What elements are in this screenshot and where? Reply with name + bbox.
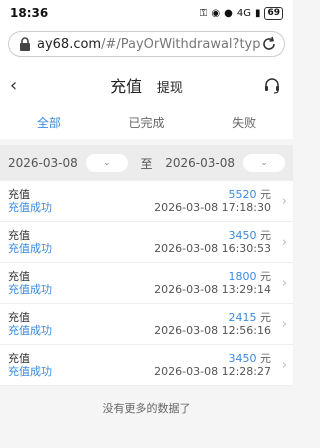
lock-icon <box>20 37 30 51</box>
tab-completed[interactable]: 已完成 <box>98 114 196 131</box>
list-item[interactable]: 充值 充值成功 1800 元 2026-03-08 13:29:14 › <box>0 263 293 304</box>
tab-withdraw[interactable]: 提现 <box>157 81 183 96</box>
record-type: 充值 <box>8 229 30 242</box>
status-bar: 18:36 ⚿ ◉ ● 4G ▮ 69 <box>0 0 293 26</box>
back-icon[interactable]: ‹ <box>10 75 34 96</box>
chevron-right-icon: › <box>281 276 287 291</box>
record-unit: 元 <box>260 311 271 324</box>
record-type: 充值 <box>8 188 30 201</box>
list-item[interactable]: 充值 充值成功 5520 元 2026-03-08 17:18:30 › <box>0 181 293 222</box>
url-bar[interactable]: ay68.com/#/PayOrWithdrawal?type <box>8 31 285 57</box>
record-amount: 5520 <box>228 188 257 201</box>
browser-url-area: ay68.com/#/PayOrWithdrawal?type <box>0 26 293 65</box>
start-date: 2026-03-08 <box>8 156 78 170</box>
battery-icon: 69 <box>264 6 283 20</box>
clock: 18:36 <box>10 6 49 20</box>
end-date-picker[interactable]: 2026-03-08 ⌄ <box>165 154 285 172</box>
key-icon: ⚿ <box>199 7 208 19</box>
record-datetime: 2026-03-08 17:18:30 <box>154 201 271 214</box>
status-tabs: 全部 已完成 失败 <box>0 105 293 139</box>
list-item[interactable]: 充值 充值成功 3450 元 2026-03-08 12:28:27 › <box>0 345 293 386</box>
location-icon: ● <box>224 7 233 19</box>
signal-label: 4G <box>236 7 251 19</box>
record-type: 充值 <box>8 352 30 365</box>
record-datetime: 2026-03-08 13:29:14 <box>154 283 271 296</box>
end-date: 2026-03-08 <box>165 156 235 170</box>
status-icons: ⚿ ◉ ● 4G ▮ 69 <box>199 6 283 20</box>
page-header: ‹ 充值 提现 <box>0 65 293 105</box>
record-status: 充值成功 <box>8 365 52 378</box>
tab-all[interactable]: 全部 <box>0 114 98 131</box>
record-list: 充值 充值成功 5520 元 2026-03-08 17:18:30 › 充值 充值成… <box>0 181 293 386</box>
date-filter: 2026-03-08 ⌄ 至 2026-03-08 ⌄ <box>0 145 293 181</box>
chevron-down-icon[interactable]: ⌄ <box>243 154 285 172</box>
eye-icon: ◉ <box>211 7 221 19</box>
url-path: /#/PayOrWithdrawal?type <box>101 36 260 52</box>
tab-recharge[interactable]: 充值 <box>110 77 142 96</box>
record-unit: 元 <box>260 352 271 365</box>
chevron-down-icon[interactable]: ⌄ <box>85 154 128 172</box>
record-amount: 3450 <box>228 229 257 242</box>
tab-failed[interactable]: 失败 <box>195 114 293 131</box>
list-item[interactable]: 充值 充值成功 2415 元 2026-03-08 12:56:16 › <box>0 304 293 345</box>
record-type: 充值 <box>8 311 30 324</box>
record-unit: 元 <box>260 270 271 283</box>
chevron-right-icon: › <box>281 235 287 250</box>
headset-icon[interactable] <box>263 77 281 95</box>
record-unit: 元 <box>260 229 271 242</box>
record-unit: 元 <box>260 188 271 201</box>
date-range-separator: 至 <box>140 156 153 171</box>
record-status: 充值成功 <box>8 201 52 214</box>
record-datetime: 2026-03-08 16:30:53 <box>154 242 271 255</box>
no-more-data-text: 没有更多的数据了 <box>102 402 191 415</box>
record-amount: 1800 <box>228 270 257 283</box>
record-status: 充值成功 <box>8 283 52 296</box>
list-item[interactable]: 充值 充值成功 3450 元 2026-03-08 16:30:53 › <box>0 222 293 263</box>
record-status: 充值成功 <box>8 324 52 337</box>
start-date-picker[interactable]: 2026-03-08 ⌄ <box>8 154 128 172</box>
chevron-right-icon: › <box>281 317 287 332</box>
record-amount: 2415 <box>228 311 257 324</box>
chevron-right-icon: › <box>281 358 287 373</box>
url-domain: ay68.com <box>37 36 102 52</box>
record-datetime: 2026-03-08 12:56:16 <box>154 324 271 337</box>
record-type: 充值 <box>8 270 30 283</box>
record-amount: 3450 <box>228 352 257 365</box>
url-text[interactable]: ay68.com/#/PayOrWithdrawal?type <box>37 37 260 52</box>
header-titles: 充值 提现 <box>0 73 293 97</box>
chevron-right-icon: › <box>281 194 287 209</box>
record-status: 充值成功 <box>8 242 52 255</box>
signal-icon: ▮ <box>254 7 261 19</box>
record-datetime: 2026-03-08 12:28:27 <box>154 365 271 378</box>
reload-icon[interactable] <box>260 35 278 53</box>
